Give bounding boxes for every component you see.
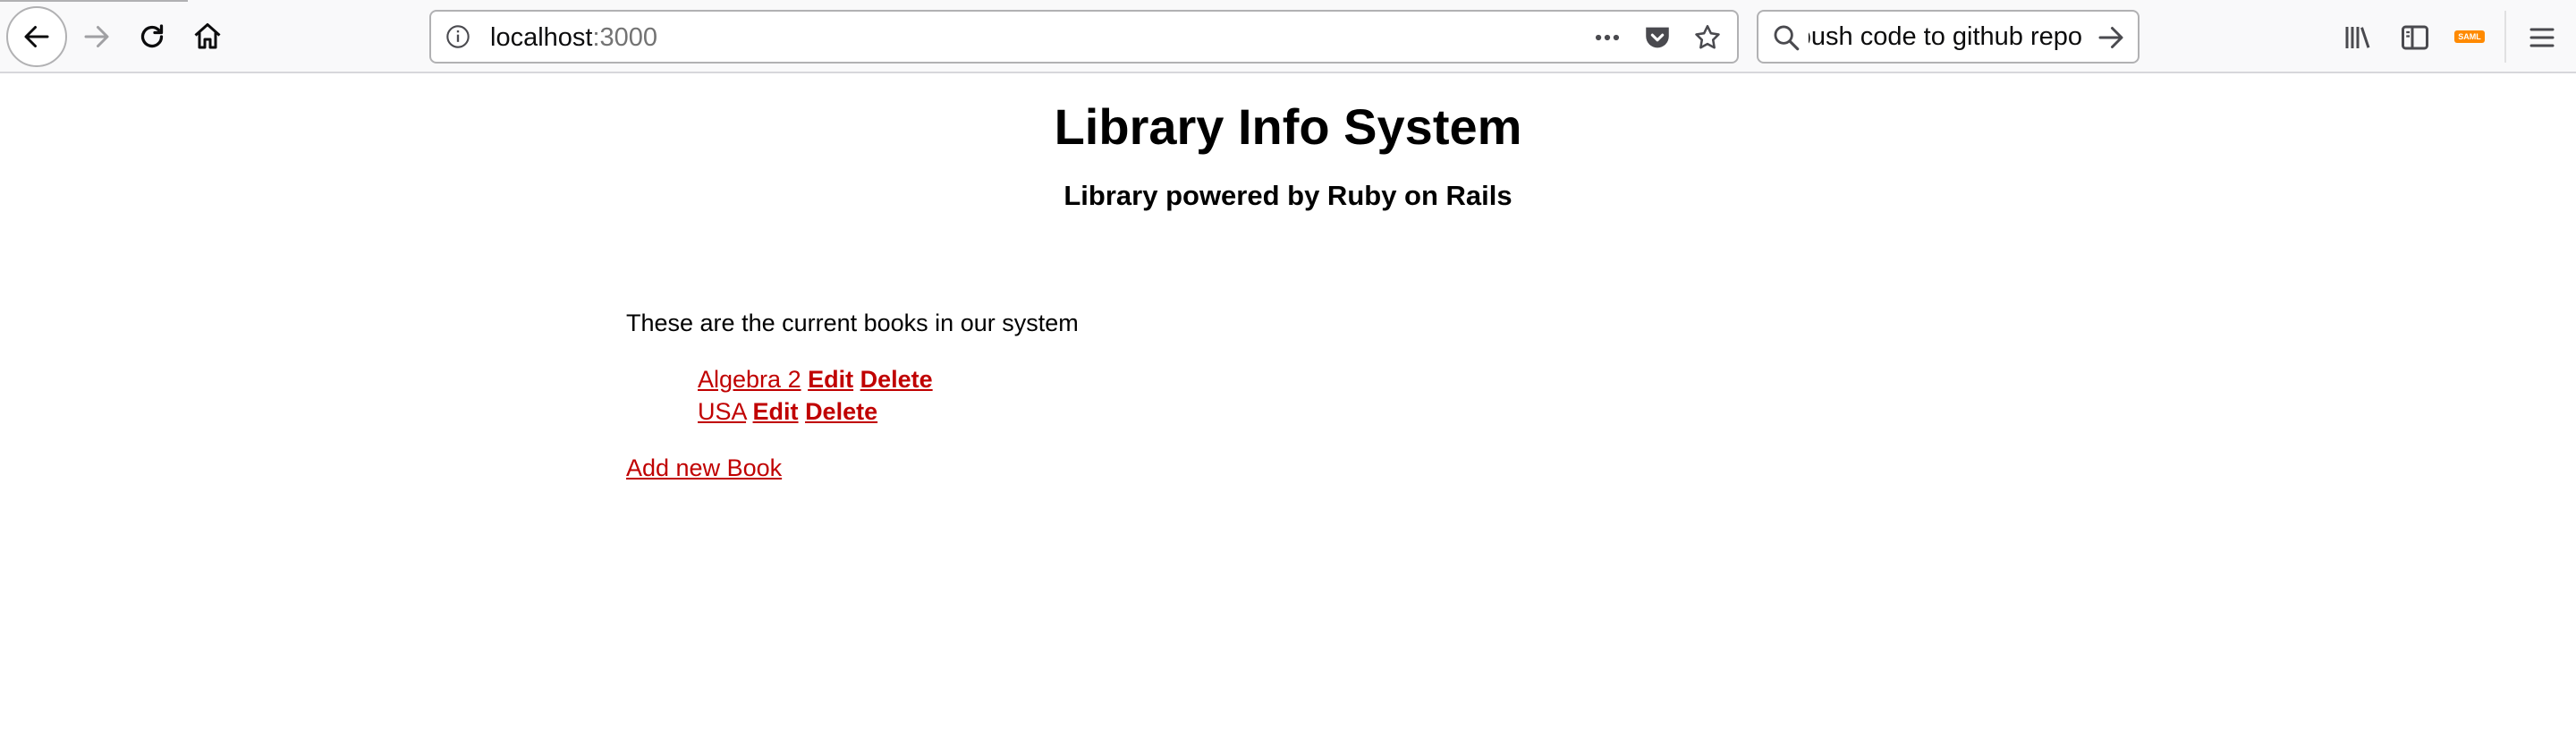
search-go-icon[interactable] [2095,21,2127,54]
pocket-icon [1646,27,1669,48]
url-port: :3000 [592,23,658,52]
url-text[interactable]: localhost:3000 [490,23,657,53]
edit-book-link[interactable]: Edit [753,398,799,425]
home-button[interactable] [179,8,236,65]
page-actions-button[interactable] [1590,21,1624,55]
delete-book-link[interactable]: Delete [860,366,933,393]
browser-toolbar: localhost:3000 push code to github repo … [0,0,2576,73]
page-title: Library Info System [1054,98,1522,155]
menu-button[interactable] [2522,18,2562,57]
toolbar-divider [2504,11,2506,63]
sidebar-button[interactable] [2395,18,2435,57]
library-button[interactable] [2338,18,2377,57]
page-subtitle: Library powered by Ruby on Rails [1063,180,1513,211]
delete-book-link[interactable]: Delete [805,398,877,425]
arrow-right-icon [84,26,109,47]
edit-book-link[interactable]: Edit [808,366,853,393]
page-content: Library Info System Library powered by R… [0,73,2576,730]
arrow-left-icon [24,26,49,47]
intro-text: These are the current books in our syste… [626,310,1079,336]
more-dots-icon [1595,34,1620,41]
sidebar-icon [2402,25,2428,50]
add-new-book-link[interactable]: Add new Book [626,453,782,483]
library-icon [2345,27,2370,48]
saml-extension-button[interactable]: SAML [2454,30,2485,43]
back-button[interactable] [6,6,67,67]
reload-icon [140,24,164,48]
reload-button[interactable] [123,8,181,65]
star-icon [1695,24,1720,49]
book-title-link[interactable]: Algebra 2 [698,366,801,393]
pocket-button[interactable] [1640,21,1674,55]
home-icon [194,23,221,49]
list-item: Algebra 2 Edit Delete [698,363,933,395]
search-icon [1774,25,1800,51]
list-item: USA Edit Delete [698,395,933,428]
url-host: localhost [490,23,593,52]
url-bar[interactable]: localhost:3000 [429,10,1739,64]
search-input[interactable] [1809,12,2082,62]
book-title-link[interactable]: USA [698,398,746,425]
search-bar[interactable] [1757,10,2140,64]
forward-button[interactable] [68,8,125,65]
book-list: Algebra 2 Edit Delete USA Edit Delete [698,363,933,428]
tab-indicator [0,0,188,2]
info-icon[interactable] [445,24,470,49]
hamburger-menu-icon [2529,28,2555,47]
bookmark-button[interactable] [1690,21,1724,55]
